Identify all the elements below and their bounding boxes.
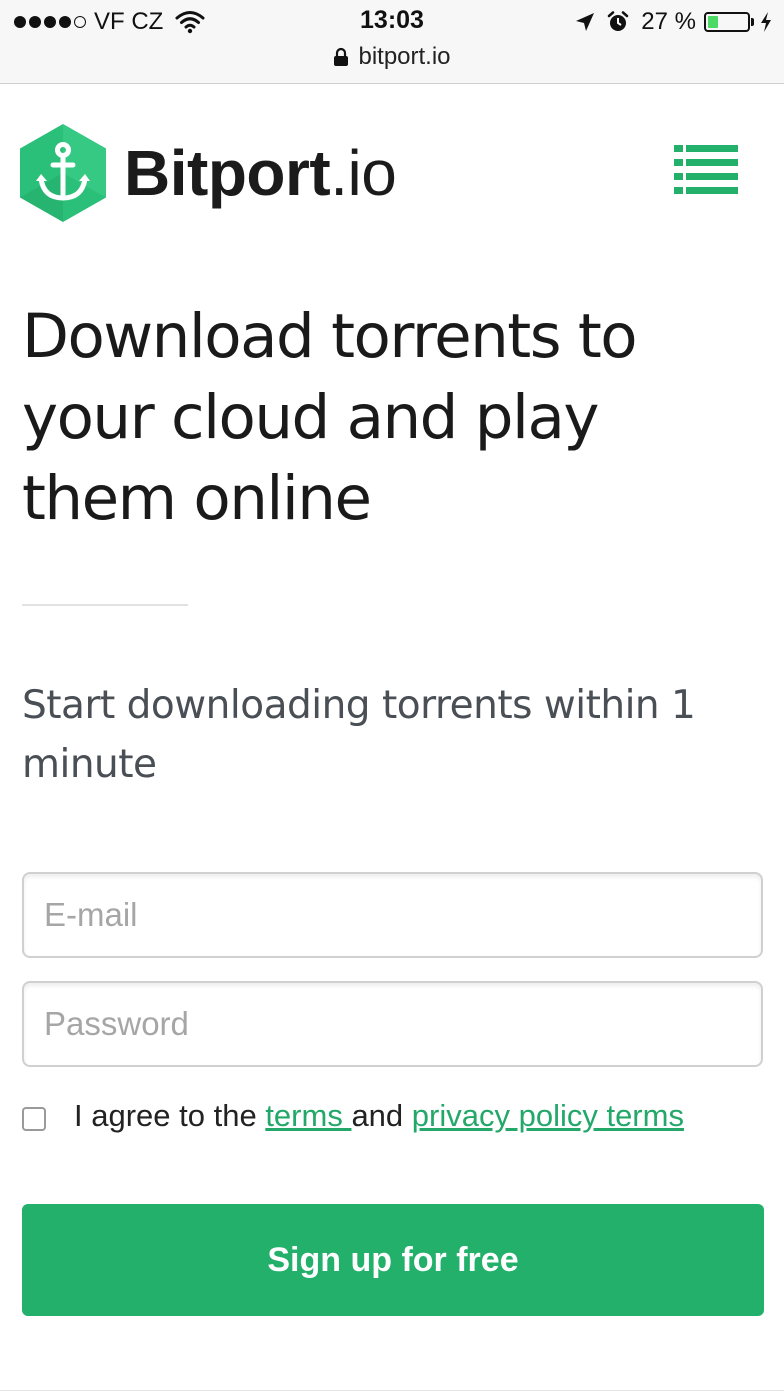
site-logo[interactable]: Bitport.io — [20, 124, 397, 222]
charging-bolt-icon — [761, 12, 771, 32]
battery-percent: 27 % — [641, 8, 696, 35]
sign-up-button[interactable]: Sign up for free — [22, 1204, 764, 1316]
url-text: bitport.io — [358, 43, 451, 70]
anchor-icon — [20, 124, 106, 222]
page-subtitle: Start downloading torrents within 1 minu… — [22, 683, 696, 787]
terms-link[interactable]: terms — [265, 1098, 351, 1133]
title-divider — [22, 604, 188, 606]
location-arrow-icon — [576, 13, 595, 31]
email-field[interactable] — [22, 872, 763, 958]
logo-wordmark: Bitport.io — [124, 136, 397, 210]
agree-prefix: I agree to the — [74, 1098, 266, 1133]
battery-icon — [704, 12, 754, 32]
alarm-clock-icon — [608, 11, 629, 31]
site-header: Bitport.io — [0, 84, 784, 264]
page-title: Download torrents to your cloud and play… — [22, 301, 638, 534]
status-right: 27 % — [575, 8, 772, 36]
logo-tld: .io — [330, 137, 397, 209]
address-bar[interactable]: bitport.io — [0, 43, 784, 71]
list-menu-icon[interactable] — [674, 145, 738, 195]
bottom-divider — [0, 1390, 784, 1391]
password-field[interactable] — [22, 981, 763, 1067]
terms-agreement-text: I agree to the terms and privacy policy … — [74, 1098, 684, 1134]
terms-checkbox[interactable] — [22, 1107, 46, 1131]
logo-name: Bitport — [124, 137, 331, 209]
status-bar: VF CZ 13:03 bitport.io 27 % — [0, 0, 784, 84]
agree-middle: and — [351, 1098, 412, 1133]
terms-agreement-row: I agree to the terms and privacy policy … — [22, 1098, 684, 1134]
lock-icon — [334, 47, 349, 66]
privacy-policy-link[interactable]: privacy policy terms — [412, 1098, 684, 1133]
